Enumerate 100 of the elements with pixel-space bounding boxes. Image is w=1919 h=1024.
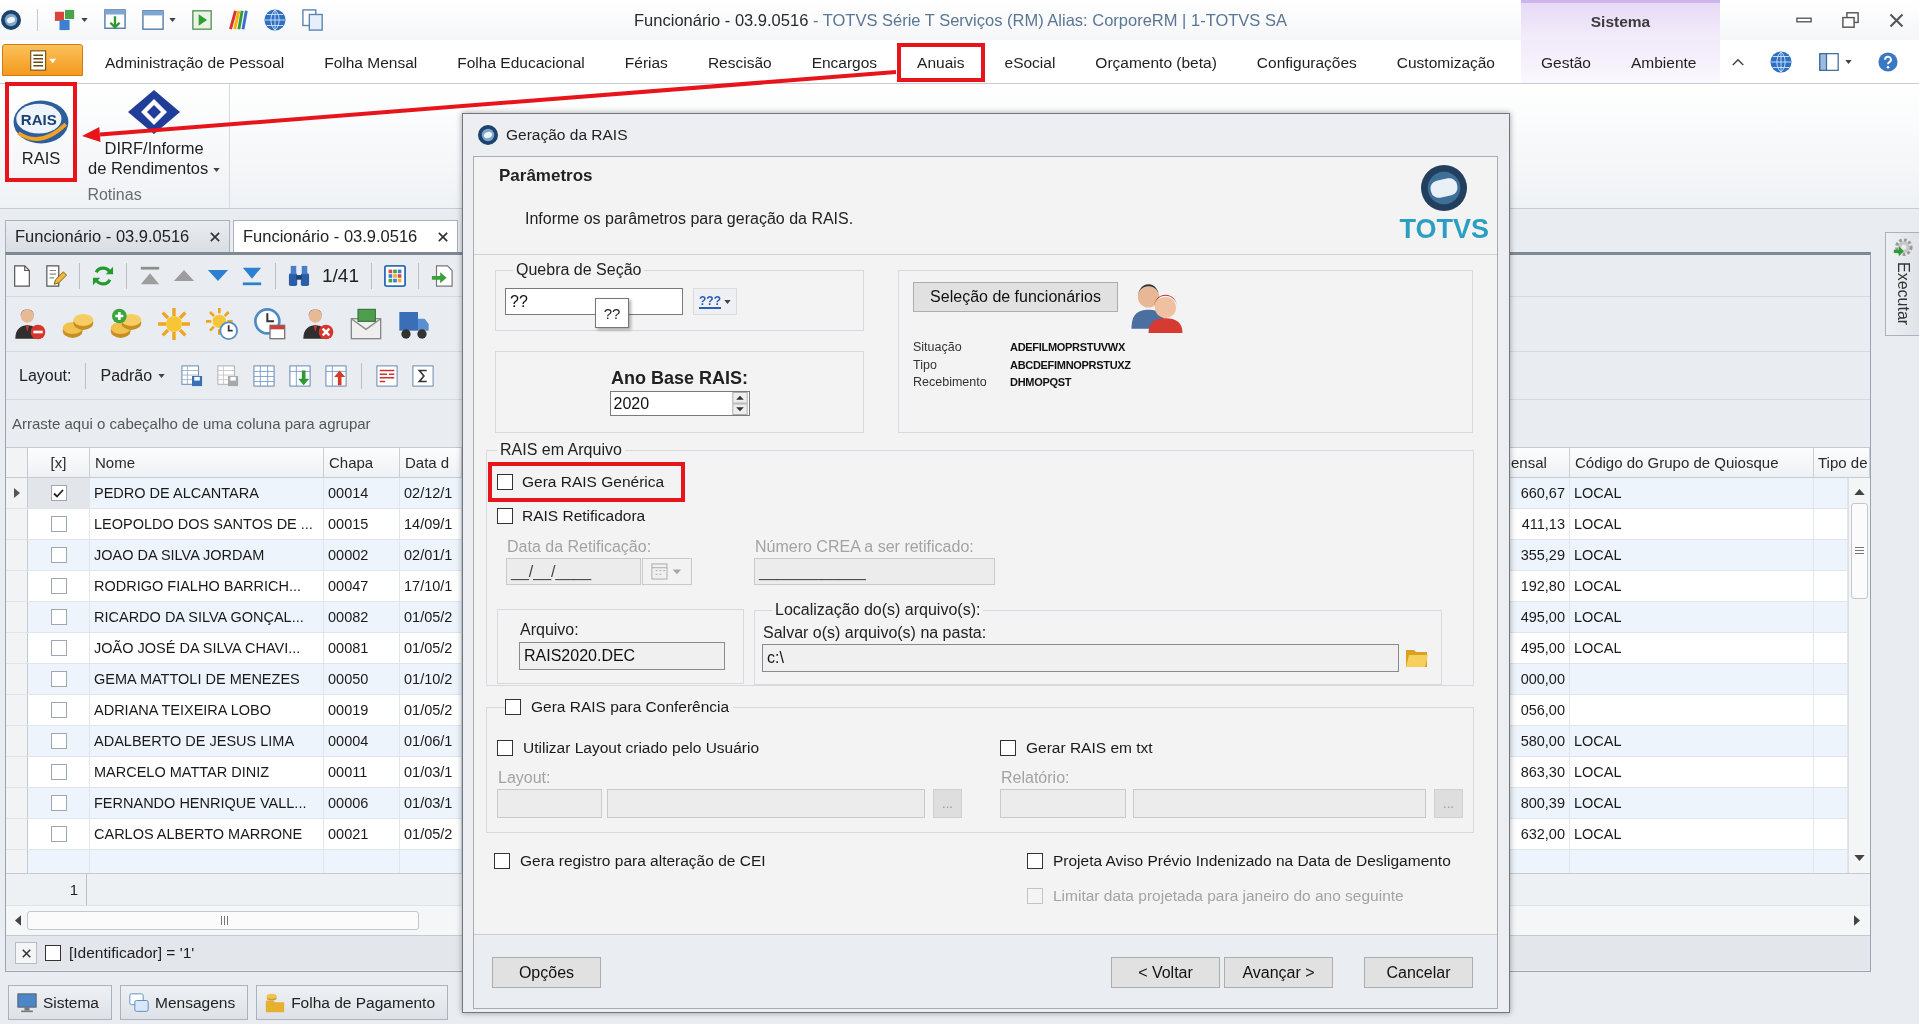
checkbox[interactable]	[50, 795, 67, 811]
row-header-cell[interactable]	[6, 571, 28, 601]
checkbox[interactable]	[494, 853, 510, 869]
checkbox-option[interactable]: Gera RAIS Genérica	[488, 462, 686, 502]
coins-add-icon[interactable]	[110, 308, 142, 340]
layout-dropdown[interactable]: Padrão	[100, 366, 166, 385]
column-header[interactable]: Código do Grupo de Quiosque	[1570, 448, 1814, 477]
caret-icon[interactable]	[169, 18, 176, 22]
ribbon-tab[interactable]: Administração de Pessoal	[85, 43, 305, 82]
new-document-icon[interactable]	[11, 264, 33, 287]
file-name-field[interactable]: RAIS2020.DEC	[519, 642, 725, 670]
checkbox-option[interactable]: Gerar RAIS em txt	[1000, 738, 1153, 758]
row-header-cell[interactable]	[6, 757, 28, 787]
scroll-left-icon[interactable]	[15, 915, 21, 926]
import-icon[interactable]	[289, 364, 312, 387]
ribbon-tab[interactable]: Ambiente	[1611, 43, 1717, 82]
ribbon-tab[interactable]: Orçamento (beta)	[1075, 43, 1237, 82]
row-header-cell[interactable]	[6, 633, 28, 663]
checkbox[interactable]	[50, 547, 67, 563]
dialog-button[interactable]: < Voltar	[1111, 957, 1220, 988]
checkbox-option[interactable]: Gera RAIS para Conferência	[505, 697, 730, 717]
ribbon-tab[interactable]: Folha Educacional	[437, 43, 605, 82]
clear-filter-button[interactable]	[15, 942, 37, 964]
checkbox[interactable]	[50, 764, 67, 780]
sum-icon[interactable]	[412, 364, 435, 387]
down-triangle-icon[interactable]	[207, 269, 229, 282]
minimize-icon[interactable]	[1796, 17, 1812, 23]
row-header-cell[interactable]	[6, 540, 28, 570]
grid-icon[interactable]	[384, 264, 406, 287]
restore-icon[interactable]	[1842, 12, 1859, 28]
checkbox-option[interactable]: Utilizar Layout criado pelo Usuário	[497, 738, 760, 758]
checkbox[interactable]	[50, 485, 67, 501]
bottom-tab[interactable]: Sistema	[8, 985, 112, 1020]
export-icon[interactable]	[431, 264, 453, 287]
arrow-to-top-icon[interactable]	[139, 264, 161, 287]
scroll-thumb[interactable]	[27, 911, 419, 930]
checkbox[interactable]	[1027, 853, 1043, 869]
up-triangle-icon[interactable]	[173, 269, 195, 282]
spin-field[interactable]: 2020	[609, 391, 750, 416]
checkbox[interactable]	[50, 826, 67, 842]
row-header-cell[interactable]	[6, 664, 28, 694]
checkbox[interactable]	[45, 945, 61, 961]
row-header-cell[interactable]	[6, 478, 28, 508]
play-icon[interactable]	[192, 10, 212, 30]
copy-icon[interactable]	[302, 9, 324, 31]
close-icon[interactable]	[1889, 12, 1904, 28]
checkbox[interactable]	[50, 671, 67, 687]
checkbox[interactable]	[50, 609, 67, 625]
person-delete-icon[interactable]	[302, 308, 334, 340]
column-header[interactable]: [x]	[28, 448, 90, 477]
ribbon-tab[interactable]: Férias	[604, 43, 688, 82]
checkbox[interactable]	[50, 733, 67, 749]
table-icon[interactable]	[253, 364, 276, 387]
checkbox[interactable]	[50, 578, 67, 594]
scroll-right-icon[interactable]	[1854, 915, 1860, 926]
checkbox[interactable]	[50, 516, 67, 532]
row-header-cell[interactable]	[6, 788, 28, 818]
selection-button[interactable]: Seleção de funcionários	[913, 282, 1118, 312]
bottom-tab[interactable]: Mensagens	[120, 985, 249, 1020]
close-icon[interactable]	[438, 231, 448, 242]
window-download-icon[interactable]	[104, 9, 126, 31]
edit-document-icon[interactable]	[45, 264, 67, 287]
ribbon-tab[interactable]: eSocial	[984, 43, 1076, 82]
ribbon-tab[interactable]: Anuais	[897, 43, 985, 82]
scroll-up-icon[interactable]	[1854, 489, 1865, 495]
application-menu-button[interactable]	[2, 44, 83, 76]
dialog-button[interactable]: Opções	[492, 957, 601, 988]
checkbox[interactable]	[50, 640, 67, 656]
help-icon[interactable]	[1878, 51, 1898, 72]
globe-icon[interactable]	[264, 9, 286, 31]
chevron-up-icon[interactable]	[1732, 57, 1744, 66]
sun-clock-icon[interactable]	[206, 308, 238, 340]
checkbox-option[interactable]: Gera registro para alteração de CEI	[494, 851, 766, 871]
upload-icon[interactable]	[325, 364, 348, 387]
column-header[interactable]: Nome	[90, 448, 324, 477]
column-header[interactable]: Chapa	[324, 448, 400, 477]
row-header-cell[interactable]	[6, 695, 28, 725]
vertical-scrollbar[interactable]	[1848, 478, 1870, 873]
caret-icon[interactable]	[1845, 59, 1852, 64]
side-tab[interactable]: Executar	[1885, 232, 1919, 336]
person-remove-icon[interactable]	[14, 308, 46, 340]
checkbox[interactable]	[505, 699, 521, 715]
refresh-icon[interactable]	[92, 264, 114, 287]
save-layout-icon[interactable]	[181, 364, 204, 387]
column-header[interactable]: Tipo de	[1814, 448, 1870, 477]
expression-button[interactable]: ???	[693, 288, 737, 315]
bottom-tab[interactable]: Folha de Pagamento	[256, 985, 449, 1020]
list-icon[interactable]	[376, 364, 399, 387]
row-header-cell[interactable]	[6, 602, 28, 632]
caret-icon[interactable]	[81, 18, 88, 22]
close-icon[interactable]	[210, 231, 220, 242]
ribbon-button[interactable]: RAIS RAIS	[5, 82, 77, 182]
checkbox-option[interactable]: Projeta Aviso Prévio Indenizado na Data de Desligamento	[1027, 851, 1451, 871]
checkbox[interactable]	[497, 508, 513, 524]
envelope-icon[interactable]	[350, 308, 382, 340]
scroll-thumb[interactable]	[1851, 503, 1868, 599]
ribbon-tab[interactable]: Customização	[1376, 43, 1515, 82]
stripes-icon[interactable]	[228, 9, 248, 31]
row-header-cell[interactable]	[6, 726, 28, 756]
panel-layout-icon[interactable]	[1818, 51, 1840, 72]
